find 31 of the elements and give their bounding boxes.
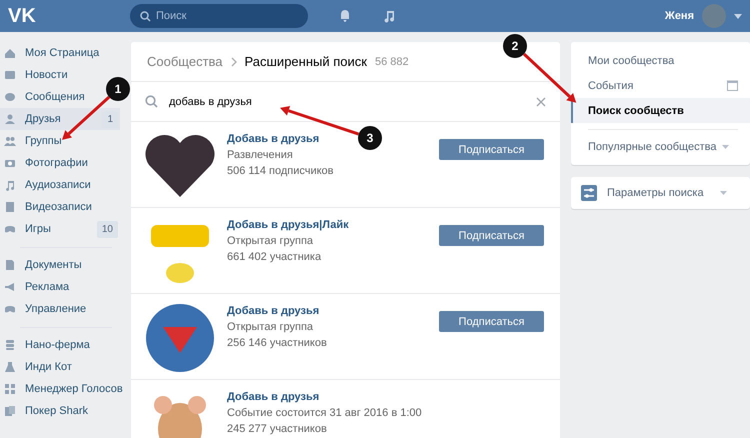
counter-badge: 1	[102, 110, 118, 128]
sidebar-label: Моя Страница	[25, 47, 100, 59]
result-count: 56 882	[374, 56, 409, 68]
group-type: Развлечения	[227, 148, 293, 163]
group-type: Открытая группа	[227, 234, 314, 249]
sidebar-label: Видеозаписи	[25, 201, 93, 213]
member-count: 506 114 подписчиков	[227, 164, 334, 179]
sidebar-label: Реклама	[25, 281, 70, 293]
sidebar-label: Менеджер Голосов	[25, 383, 123, 395]
member-count: 256 146 участников	[227, 336, 327, 351]
step-number-overlay: 1	[106, 77, 130, 101]
sidebar-label: Документы	[25, 259, 83, 271]
counter-badge: 10	[96, 220, 118, 238]
sidebar-label: Группы	[25, 135, 63, 147]
sidebar-label: Новости	[25, 69, 69, 81]
member-count: 661 402 участника	[227, 250, 322, 265]
page-title: Расширенный поиск	[244, 54, 367, 69]
group-type: Событие состоится 31 авг 2016 в 1:00	[227, 406, 422, 421]
sidebar-label: Аудиозаписи	[25, 179, 92, 191]
sidebar-label: Друзья	[25, 113, 62, 125]
sidebar-label: Инди Кот	[25, 361, 73, 373]
sidebar-label: Управление	[25, 303, 88, 315]
member-count: 245 277 участников	[227, 422, 327, 437]
sidebar-label: Игры	[25, 223, 52, 235]
sidebar-label: Сообщения	[25, 91, 86, 103]
sidebar-label: Покер Shark	[25, 405, 89, 417]
step-number-overlay: 2	[503, 34, 527, 58]
sidebar-label: Фотографии	[25, 157, 89, 169]
group-type: Открытая группа	[227, 320, 314, 335]
sidebar-label: Нано-ферма	[25, 339, 91, 351]
filters-label: Параметры поиска	[607, 187, 704, 199]
